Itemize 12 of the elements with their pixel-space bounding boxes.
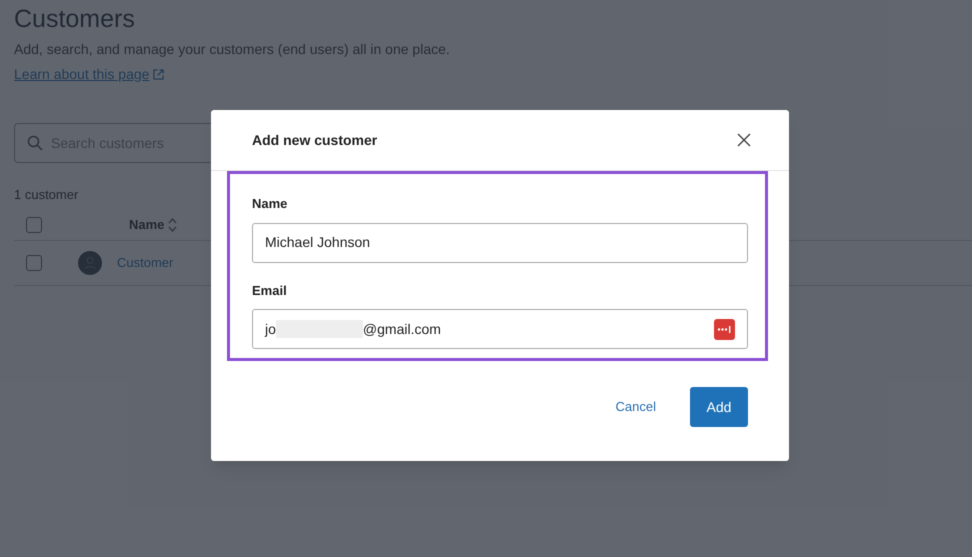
page-description: Add, search, and manage your customers (end users) all in one place.	[14, 40, 450, 59]
dialog-title: Add new customer	[252, 130, 378, 150]
customer-count: 1 customer	[14, 186, 78, 204]
field-label: Email	[252, 282, 288, 300]
close-icon[interactable]	[737, 133, 751, 147]
field-label: Name	[252, 195, 288, 213]
add-button[interactable]: Add	[690, 387, 748, 427]
cancel-button[interactable]: Cancel	[616, 389, 656, 425]
input-field[interactable]: jo @gmail.com	[252, 309, 748, 349]
page-title: Customers	[14, 4, 136, 34]
password-manager-icon[interactable]	[714, 318, 735, 340]
input-field[interactable]: Michael Johnson	[252, 222, 748, 262]
